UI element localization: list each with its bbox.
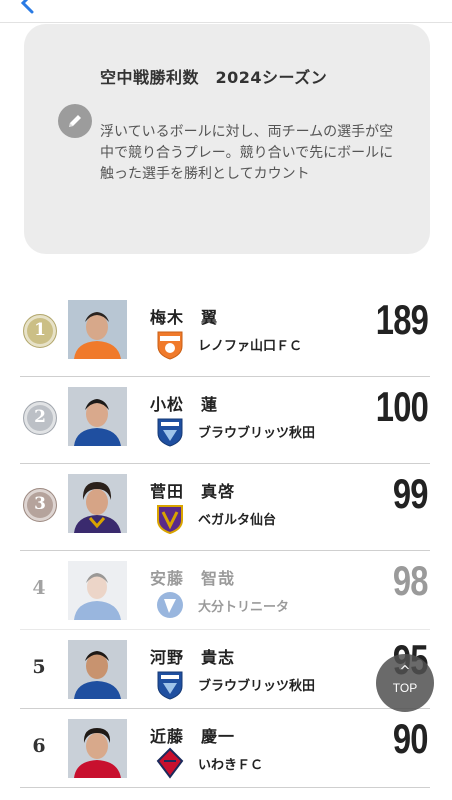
team-name: ブラウブリッツ秋田: [198, 679, 316, 694]
player-photo: [68, 561, 127, 620]
stat-value: 99: [393, 470, 429, 517]
rank-medal-icon: 1: [23, 314, 57, 348]
stat-value: 90: [393, 715, 429, 762]
player-name: 小松 蓮: [150, 395, 219, 414]
ranking-row[interactable]: 6 近藤 慶一 いわきＦＣ 90: [20, 709, 430, 788]
player-name: 安藤 智哉: [150, 569, 236, 588]
team-crest-icon: [157, 331, 183, 360]
ranking-row[interactable]: 4 安藤 智哉 大分トリニータ 98: [20, 551, 430, 630]
scroll-to-top-button[interactable]: ^ TOP: [376, 654, 434, 712]
rank-number: 4: [32, 577, 46, 599]
stat-value: 100: [375, 383, 429, 430]
ranking-row[interactable]: 2 小松 蓮 ブラウブリッツ秋田 100: [20, 377, 430, 464]
rank-number: 5: [32, 656, 46, 678]
player-name: 河野 貴志: [150, 648, 236, 667]
card-description: 浮いているボールに対し、両チームの選手が空中で競り合うプレー。競り合いで先にボー…: [100, 124, 394, 182]
top-bar: [0, 0, 452, 23]
card-title: 空中戦勝利数 2024シーズン: [100, 68, 328, 87]
rank-number: 6: [32, 735, 46, 757]
rank-medal-icon: 3: [23, 488, 57, 522]
team-name: ブラウブリッツ秋田: [198, 426, 316, 441]
info-card: 空中戦勝利数 2024シーズン 浮いているボールに対し、両チームの選手が空中で競…: [24, 24, 430, 254]
chevron-up-icon: ^: [399, 664, 411, 679]
team-crest-icon: [156, 747, 184, 779]
chevron-left-icon[interactable]: [14, 0, 44, 20]
top-label: TOP: [392, 681, 418, 695]
team-name: ベガルタ仙台: [198, 513, 277, 528]
rank-medal-icon: 2: [23, 401, 57, 435]
team-name: レノファ山口ＦＣ: [198, 339, 303, 354]
stat-value: 98: [393, 557, 429, 604]
player-photo: [68, 300, 127, 359]
pencil-icon: [58, 104, 92, 138]
team-crest-icon: [157, 505, 183, 534]
player-name: 菅田 真啓: [150, 482, 236, 501]
stat-value: 189: [375, 296, 429, 343]
team-name: いわきＦＣ: [198, 758, 264, 773]
team-name: 大分トリニータ: [198, 600, 290, 615]
ranking-row[interactable]: 5 河野 貴志 ブラウブリッツ秋田 95: [20, 630, 430, 709]
ranking-row[interactable]: 3 菅田 真啓 ベガルタ仙台 99: [20, 464, 430, 551]
player-photo: [68, 640, 127, 699]
player-photo: [68, 387, 127, 446]
player-photo: [68, 474, 127, 533]
team-crest-icon: [157, 671, 183, 700]
team-crest-icon: [157, 592, 183, 618]
team-crest-icon: [157, 418, 183, 447]
player-name: 近藤 慶一: [150, 727, 236, 746]
player-name: 梅木 翼: [150, 308, 219, 327]
ranking-row[interactable]: 1 梅木 翼 レノファ山口ＦＣ 189: [20, 290, 430, 377]
player-photo: [68, 719, 127, 778]
